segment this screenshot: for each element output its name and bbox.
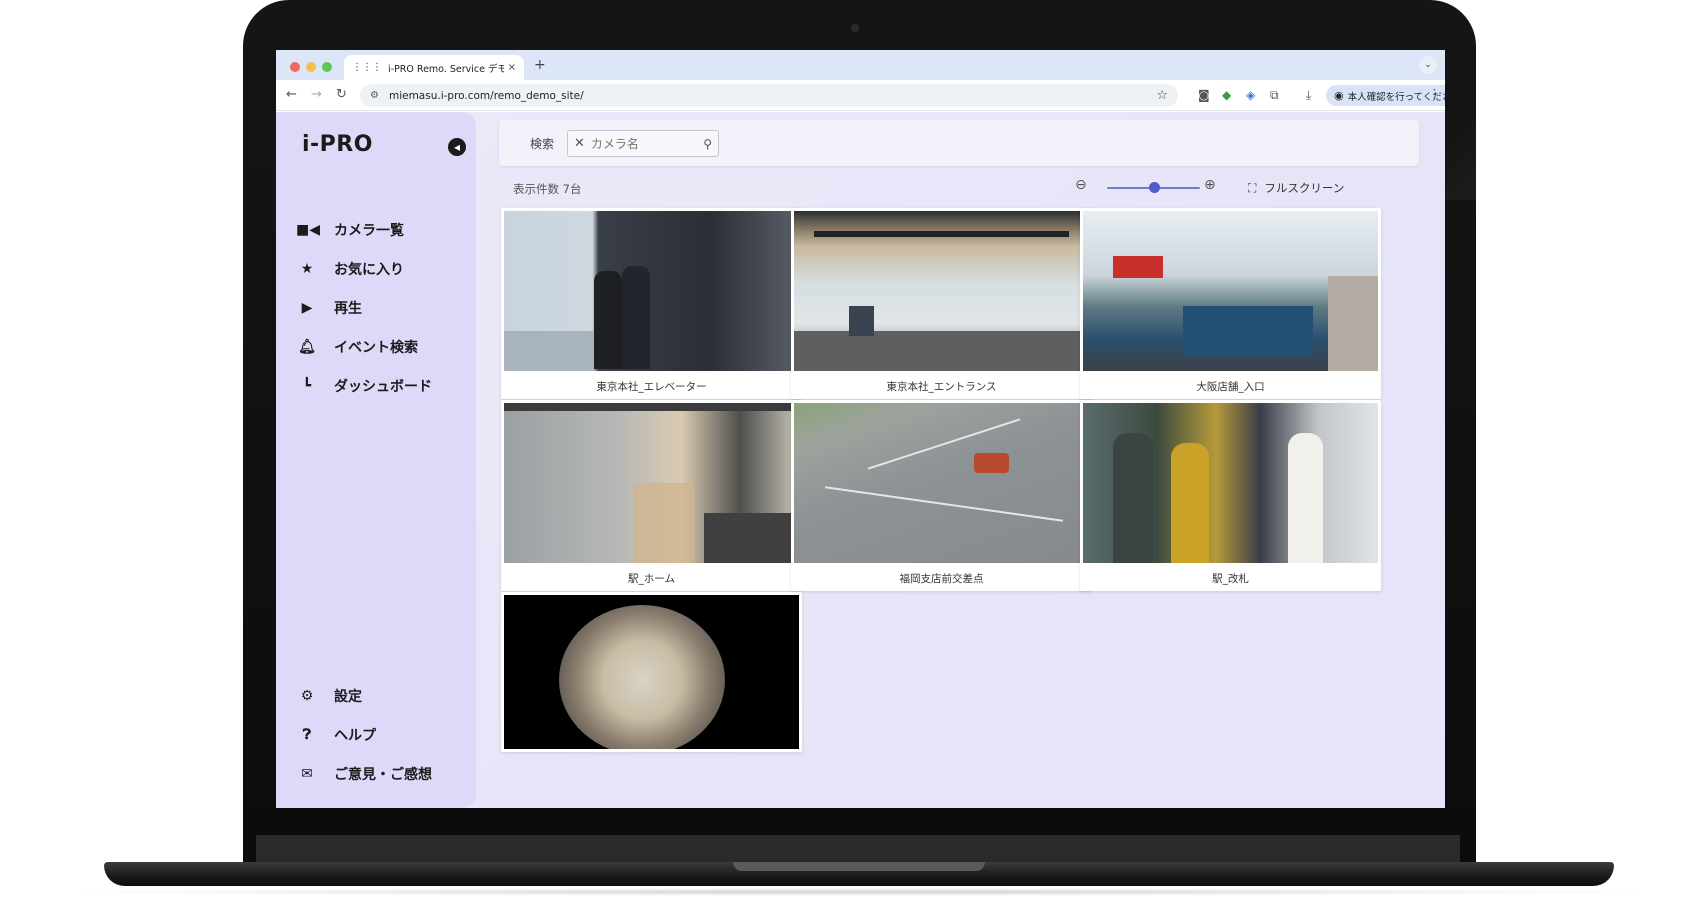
camera-card[interactable]: 福岡支店前交差点: [791, 400, 1092, 591]
minimize-window-button[interactable]: [306, 62, 316, 72]
camera-card[interactable]: 東京本社_エレベーター: [501, 208, 802, 399]
browser-toolbar: ← → ↻ ⚙ miemasu.i-pro.com/remo_demo_site…: [276, 80, 1445, 111]
new-tab-button[interactable]: +: [534, 57, 546, 73]
camera-extension-icon[interactable]: ◙: [1198, 88, 1210, 102]
camera-thumbnail: [504, 403, 799, 563]
search-label: 検索: [530, 137, 555, 151]
camera-card[interactable]: [501, 592, 802, 752]
camera-grid: 東京本社_エレベーター 東京本社_エントランス 大阪店舗_入口 駅_ホーム 福岡…: [501, 208, 1421, 808]
sidebar-item-dashboard[interactable]: ┗ ダッシュボード: [296, 373, 466, 399]
sidebar-item-settings[interactable]: ⚙ 設定: [296, 683, 466, 709]
maximize-window-button[interactable]: [322, 62, 332, 72]
fisheye-view: [559, 605, 725, 749]
camera-thumbnail: [794, 403, 1089, 563]
zoom-in-icon[interactable]: ⊕: [1204, 177, 1216, 193]
webcam: [851, 24, 859, 32]
collapse-sidebar-button[interactable]: ◂: [448, 138, 466, 156]
app-main: i-PRO ◂ ■◀ カメラ一覧 ★ お気に入り ▶ 再生 🔔︎ イベント検索 …: [276, 112, 1445, 808]
mail-icon: ✉: [301, 766, 313, 782]
video-camera-icon: ■◀: [296, 222, 320, 238]
sidebar-item-label: お気に入り: [334, 262, 404, 278]
extension-color-icon[interactable]: ◆: [1222, 88, 1231, 102]
sidebar-item-favorites[interactable]: ★ お気に入り: [296, 256, 466, 282]
sidebar-item-label: 再生: [334, 301, 362, 317]
forward-arrow-icon[interactable]: →: [311, 87, 322, 102]
tab-strip: ⋮⋮⋮ i-PRO Remo. Service デモサイ × + ⌄: [276, 50, 1445, 80]
browser-window: ⋮⋮⋮ i-PRO Remo. Service デモサイ × + ⌄ ← → ↻…: [276, 50, 1445, 808]
gear-icon: ⚙: [300, 688, 314, 704]
camera-search-field[interactable]: ✕ ⚲: [567, 130, 719, 157]
tab-title: i-PRO Remo. Service デモサイ: [388, 63, 504, 75]
sidebar-item-feedback[interactable]: ✉ ご意見・ご感想: [296, 761, 466, 787]
camera-thumbnail: [504, 595, 799, 749]
camera-thumbnail: [1083, 403, 1378, 563]
sidebar-item-event-search[interactable]: 🔔︎ イベント検索: [296, 334, 466, 360]
search-bar: 検索 ✕ ⚲: [499, 120, 1419, 166]
browser-tab[interactable]: ⋮⋮⋮ i-PRO Remo. Service デモサイ ×: [344, 55, 524, 80]
camera-name: 駅_改札: [1212, 572, 1249, 585]
camera-name: 大阪店舗_入口: [1196, 380, 1265, 393]
result-count: 表示件数 7台: [513, 182, 582, 196]
site-info-icon[interactable]: ⚙: [370, 90, 379, 101]
tab-search-button[interactable]: ⌄: [1419, 56, 1437, 74]
camera-thumbnail: [504, 211, 799, 371]
close-window-button[interactable]: [290, 62, 300, 72]
sidebar-item-label: ダッシュボード: [334, 379, 432, 395]
chart-icon: ┗: [302, 378, 312, 394]
sidebar-item-camera-list[interactable]: ■◀ カメラ一覧: [296, 217, 466, 243]
sidebar-item-label: カメラ一覧: [334, 223, 404, 239]
url-text: miemasu.i-pro.com/remo_demo_site/: [388, 89, 584, 102]
search-icon[interactable]: ⚲: [703, 137, 712, 151]
sidebar: i-PRO ◂ ■◀ カメラ一覧 ★ お気に入り ▶ 再生 🔔︎ イベント検索 …: [276, 112, 476, 808]
zoom-slider-thumb[interactable]: [1148, 182, 1160, 193]
reload-icon[interactable]: ↻: [336, 87, 347, 102]
fullscreen-icon: ⛶: [1248, 180, 1257, 195]
sidebar-item-label: 設定: [334, 689, 362, 705]
clear-search-icon[interactable]: ✕: [574, 136, 585, 151]
laptop-notch: [733, 862, 985, 871]
camera-card[interactable]: 東京本社_エントランス: [791, 208, 1092, 399]
download-icon[interactable]: ⤓: [1306, 88, 1311, 103]
sidebar-item-label: ご意見・ご感想: [334, 767, 432, 783]
browser-menu-icon[interactable]: ⋮: [1428, 87, 1441, 102]
laptop-hinge: [256, 835, 1460, 862]
tag-extension-icon[interactable]: ◈: [1246, 88, 1255, 102]
camera-name: 福岡支店前交差点: [899, 572, 984, 585]
extensions-puzzle-icon[interactable]: ⧉: [1270, 88, 1279, 103]
bell-icon: 🔔︎: [298, 339, 316, 355]
play-icon: ▶: [301, 300, 313, 316]
fullscreen-label: フルスクリーン: [1264, 181, 1345, 195]
camera-name: 駅_ホーム: [628, 572, 675, 585]
close-tab-icon[interactable]: ×: [508, 62, 516, 73]
camera-name: 東京本社_エントランス: [886, 380, 997, 393]
camera-card[interactable]: 駅_ホーム: [501, 400, 802, 591]
camera-card[interactable]: 大阪店舗_入口: [1080, 208, 1381, 399]
address-bar[interactable]: ⚙ miemasu.i-pro.com/remo_demo_site/ ☆: [360, 84, 1178, 107]
profile-icon: ◉: [1334, 89, 1344, 102]
fullscreen-button[interactable]: ⛶ フルスクリーン: [1248, 180, 1344, 196]
camera-search-input[interactable]: [590, 136, 704, 151]
camera-card[interactable]: 駅_改札: [1080, 400, 1381, 591]
help-icon: ❓︎: [302, 727, 312, 743]
sidebar-item-label: ヘルプ: [334, 728, 376, 744]
laptop-shadow: [60, 888, 1660, 896]
zoom-out-icon[interactable]: ⊖: [1075, 177, 1087, 193]
bookmark-star-icon[interactable]: ☆: [1156, 88, 1168, 103]
sidebar-item-playback[interactable]: ▶ 再生: [296, 295, 466, 321]
camera-thumbnail: [794, 211, 1089, 371]
sidebar-item-help[interactable]: ❓︎ ヘルプ: [296, 722, 466, 748]
star-icon: ★: [300, 261, 314, 277]
i-pro-logo: i-PRO: [302, 132, 373, 157]
camera-name: 東京本社_エレベーター: [596, 380, 707, 393]
grid-favicon-icon: ⋮⋮⋮: [352, 62, 382, 73]
camera-thumbnail: [1083, 211, 1378, 371]
back-arrow-icon[interactable]: ←: [286, 87, 297, 102]
sidebar-item-label: イベント検索: [334, 340, 418, 356]
